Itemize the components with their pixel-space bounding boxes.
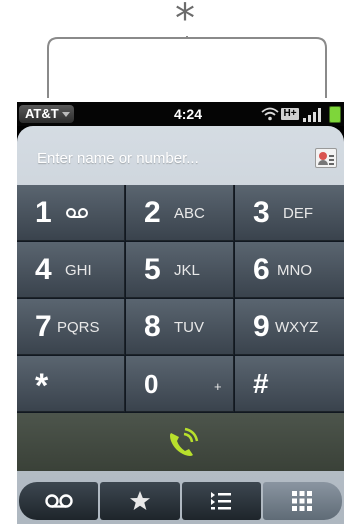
call-button[interactable] bbox=[17, 413, 344, 471]
key-2[interactable]: 2 ABC bbox=[126, 185, 234, 241]
phone-screen: AT&T 4:24 H+ Enter name or number... 1 2… bbox=[17, 102, 344, 524]
key-letters: DEF bbox=[283, 205, 313, 222]
number-entry-placeholder: Enter name or number... bbox=[37, 150, 199, 167]
nav-call-log[interactable] bbox=[181, 482, 261, 520]
key-digit: 7 bbox=[35, 310, 52, 343]
key-digit: 8 bbox=[144, 310, 161, 343]
key-digit: 2 bbox=[144, 196, 161, 229]
key-digit: 9 bbox=[253, 310, 270, 343]
annotation-asterisk: * bbox=[175, 0, 195, 42]
carrier-menu[interactable]: AT&T bbox=[19, 105, 74, 123]
key-1[interactable]: 1 bbox=[17, 185, 125, 241]
number-entry-field[interactable]: Enter name or number... bbox=[17, 132, 344, 182]
dialer-panel: Enter name or number... 1 2 ABC 3 DEF 4 … bbox=[17, 126, 344, 524]
network-type-badge: H+ bbox=[281, 108, 299, 120]
dialpad-icon bbox=[292, 491, 313, 511]
key-digit: 3 bbox=[253, 196, 270, 229]
wifi-icon bbox=[261, 107, 279, 121]
key-5[interactable]: 5 JKL bbox=[126, 242, 234, 298]
contacts-card-icon[interactable] bbox=[315, 148, 337, 168]
key-digit: 0 bbox=[144, 369, 159, 399]
call-log-icon bbox=[211, 492, 232, 510]
nav-favorites[interactable] bbox=[100, 482, 180, 520]
battery-icon bbox=[329, 106, 341, 123]
key-letters: PQRS bbox=[57, 319, 100, 336]
key-6[interactable]: 6 MNO bbox=[235, 242, 344, 298]
key-digit: 1 bbox=[35, 196, 52, 229]
nav-dialpad[interactable] bbox=[262, 482, 342, 520]
key-3[interactable]: 3 DEF bbox=[235, 185, 344, 241]
key-letters: ABC bbox=[174, 205, 205, 222]
key-letters: WXYZ bbox=[275, 319, 319, 336]
status-time: 4:24 bbox=[173, 106, 203, 122]
dial-keypad: 1 2 ABC 3 DEF 4 GHI 5 JKL 6 MNO 7 PQRS 8… bbox=[17, 185, 344, 471]
nav-voicemail[interactable] bbox=[19, 482, 99, 520]
status-bar: AT&T 4:24 H+ bbox=[17, 102, 344, 126]
key-letters: GHI bbox=[65, 262, 92, 279]
signal-strength-icon bbox=[303, 108, 321, 122]
key-pound[interactable]: # bbox=[235, 356, 344, 412]
annotation-bracket bbox=[47, 36, 327, 98]
chevron-down-icon bbox=[61, 111, 70, 117]
key-0[interactable]: 0 + bbox=[126, 356, 234, 412]
key-digit: 5 bbox=[144, 253, 161, 286]
key-letters: MNO bbox=[277, 262, 312, 279]
key-9[interactable]: 9 WXYZ bbox=[235, 299, 344, 355]
key-letters: TUV bbox=[174, 319, 204, 336]
voicemail-icon bbox=[66, 208, 88, 218]
key-digit: 6 bbox=[253, 253, 270, 286]
bottom-nav bbox=[17, 482, 344, 524]
carrier-label: AT&T bbox=[25, 106, 59, 121]
key-8[interactable]: 8 TUV bbox=[126, 299, 234, 355]
key-digit: * bbox=[35, 367, 49, 405]
key-digit: 4 bbox=[35, 253, 52, 286]
key-letters: + bbox=[214, 379, 222, 394]
key-4[interactable]: 4 GHI bbox=[17, 242, 125, 298]
key-7[interactable]: 7 PQRS bbox=[17, 299, 125, 355]
phone-call-icon bbox=[170, 427, 199, 456]
star-icon bbox=[129, 491, 150, 510]
voicemail-icon bbox=[44, 494, 73, 508]
key-digit: # bbox=[253, 368, 269, 399]
key-star[interactable]: * bbox=[17, 356, 125, 412]
key-letters: JKL bbox=[174, 262, 200, 279]
